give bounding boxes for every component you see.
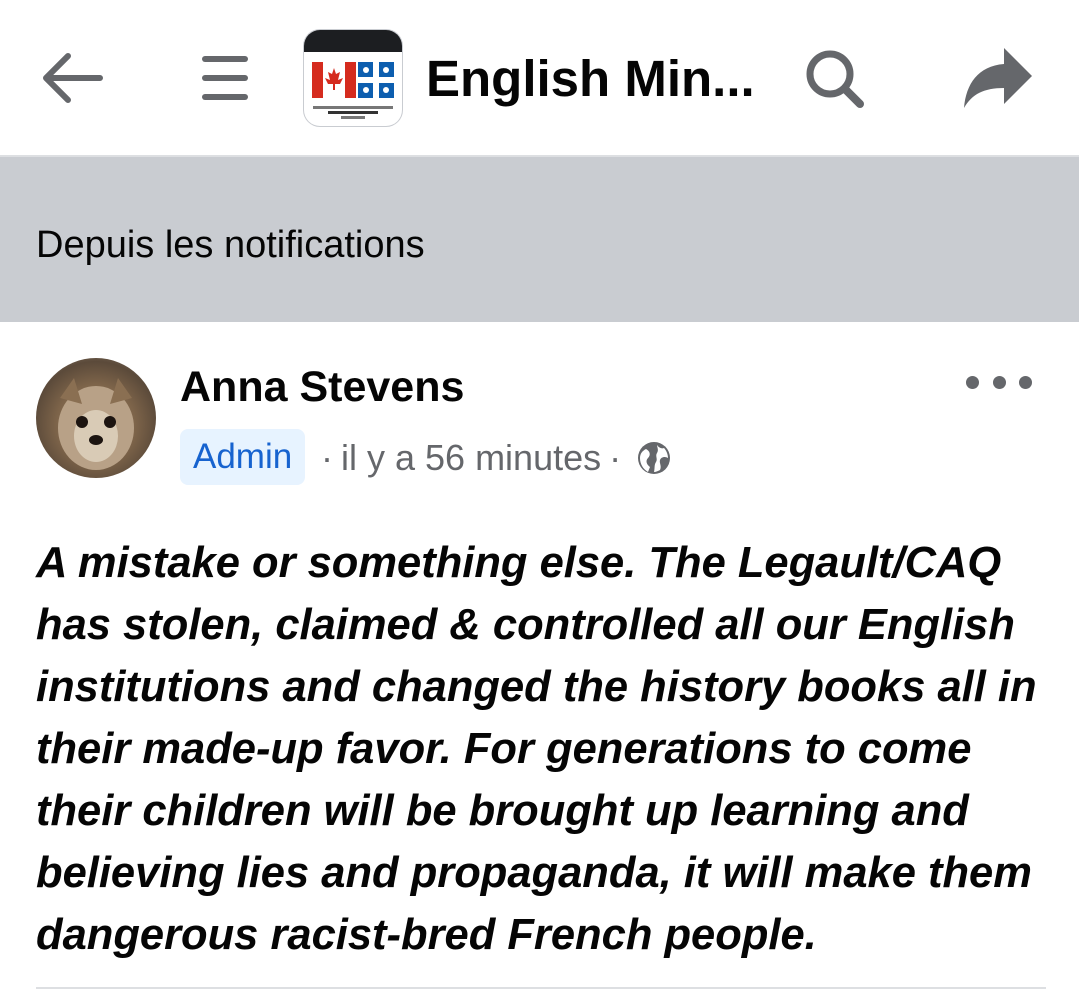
more-dot bbox=[992, 375, 1006, 389]
more-dot bbox=[966, 375, 979, 389]
avatar[interactable] bbox=[36, 358, 156, 478]
menu-icon[interactable] bbox=[196, 48, 254, 108]
search-icon[interactable] bbox=[800, 44, 870, 114]
post-meta: · il y a 56 minutes · bbox=[313, 432, 673, 484]
arrow-left-icon[interactable] bbox=[38, 44, 106, 112]
meta-separator: · bbox=[321, 437, 333, 478]
more-icon[interactable] bbox=[966, 366, 1032, 398]
group-logo[interactable] bbox=[304, 30, 402, 126]
globe-icon bbox=[638, 442, 671, 474]
share-icon[interactable] bbox=[960, 44, 1036, 112]
meta-separator: · bbox=[609, 437, 622, 478]
group-title[interactable]: English Min... bbox=[426, 50, 755, 108]
canada-quebec-flag-image bbox=[312, 62, 394, 98]
logo-caption-lines bbox=[308, 104, 398, 121]
author-name[interactable]: Anna Stevens bbox=[180, 362, 464, 412]
notification-banner-text: Depuis les notifications bbox=[36, 224, 425, 266]
post-body-text: A mistake or something else. The Legault… bbox=[36, 539, 1037, 959]
top-app-bar: English Min... bbox=[0, 0, 1079, 157]
role-badge: Admin bbox=[180, 429, 306, 485]
logo-header-band bbox=[304, 30, 402, 52]
post-divider bbox=[36, 987, 1046, 989]
post-timestamp[interactable]: il y a 56 minutes bbox=[341, 432, 601, 484]
dog-photo-image bbox=[58, 378, 134, 470]
more-dot bbox=[1019, 375, 1032, 389]
